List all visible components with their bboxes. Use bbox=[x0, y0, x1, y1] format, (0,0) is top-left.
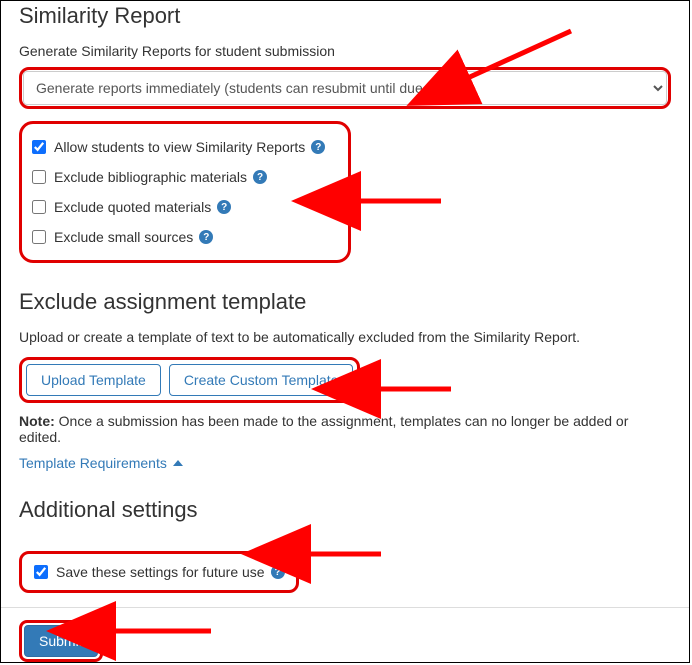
exclude-bibliographic-label: Exclude bibliographic materials bbox=[54, 169, 247, 185]
upload-template-button[interactable]: Upload Template bbox=[26, 364, 161, 396]
note-label: Note: bbox=[19, 413, 55, 429]
panel-footer: Submit bbox=[1, 608, 689, 663]
similarity-options-highlight: Allow students to view Similarity Report… bbox=[19, 121, 351, 263]
template-requirements-label: Template Requirements bbox=[19, 455, 167, 471]
allow-view-label: Allow students to view Similarity Report… bbox=[54, 139, 305, 155]
help-icon[interactable]: ? bbox=[253, 170, 267, 184]
save-settings-label: Save these settings for future use bbox=[56, 564, 265, 580]
option-allow-view: Allow students to view Similarity Report… bbox=[28, 132, 338, 162]
additional-settings-heading: Additional settings bbox=[19, 497, 671, 523]
option-exclude-quoted: Exclude quoted materials ? bbox=[28, 192, 338, 222]
panel-body: Similarity Report Generate Similarity Re… bbox=[1, 1, 689, 608]
template-buttons-highlight: Upload Template Create Custom Template bbox=[19, 357, 360, 403]
generate-reports-select[interactable]: Generate reports immediately (students c… bbox=[23, 71, 667, 105]
option-exclude-small: Exclude small sources ? bbox=[28, 222, 338, 252]
submit-button[interactable]: Submit bbox=[24, 625, 98, 657]
exclude-template-description: Upload or create a template of text to b… bbox=[19, 329, 671, 345]
allow-view-checkbox[interactable] bbox=[32, 140, 46, 154]
help-icon[interactable]: ? bbox=[217, 200, 231, 214]
settings-panel: Similarity Report Generate Similarity Re… bbox=[0, 0, 690, 663]
exclude-template-heading: Exclude assignment template bbox=[19, 289, 671, 315]
exclude-small-label: Exclude small sources bbox=[54, 229, 193, 245]
help-icon[interactable]: ? bbox=[311, 140, 325, 154]
option-exclude-bibliographic: Exclude bibliographic materials ? bbox=[28, 162, 338, 192]
note-text: Once a submission has been made to the a… bbox=[19, 413, 628, 445]
generate-reports-select-highlight: Generate reports immediately (students c… bbox=[19, 67, 671, 109]
help-icon[interactable]: ? bbox=[199, 230, 213, 244]
create-custom-template-button[interactable]: Create Custom Template bbox=[169, 364, 354, 396]
exclude-bibliographic-checkbox[interactable] bbox=[32, 170, 46, 184]
option-save-settings: Save these settings for future use ? bbox=[30, 560, 288, 584]
exclude-quoted-label: Exclude quoted materials bbox=[54, 199, 211, 215]
generate-reports-label: Generate Similarity Reports for student … bbox=[19, 43, 671, 59]
save-settings-highlight: Save these settings for future use ? bbox=[19, 551, 299, 593]
submit-highlight: Submit bbox=[19, 620, 103, 662]
save-settings-checkbox[interactable] bbox=[34, 565, 48, 579]
exclude-small-checkbox[interactable] bbox=[32, 230, 46, 244]
template-requirements-toggle[interactable]: Template Requirements bbox=[19, 455, 183, 471]
exclude-quoted-checkbox[interactable] bbox=[32, 200, 46, 214]
chevron-up-icon bbox=[173, 460, 183, 466]
similarity-report-heading: Similarity Report bbox=[19, 1, 671, 29]
help-icon[interactable]: ? bbox=[271, 565, 285, 579]
template-note: Note: Once a submission has been made to… bbox=[19, 413, 671, 445]
